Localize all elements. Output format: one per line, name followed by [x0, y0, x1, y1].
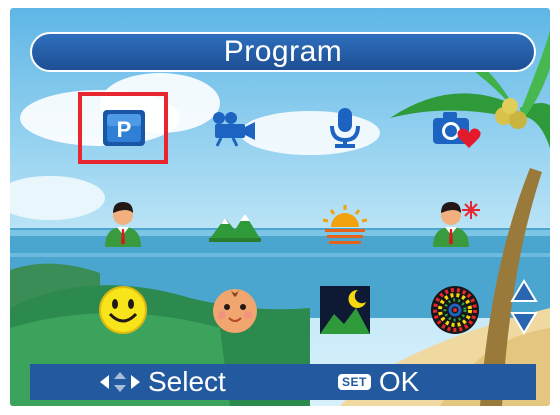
set-button-badge: SET: [338, 374, 371, 390]
arrow-down-icon: [510, 312, 538, 335]
camera-screen: Program P Select SET OK: [10, 8, 550, 406]
program-letter: P: [117, 117, 132, 142]
program-p-icon: P: [103, 110, 145, 146]
mode-fireworks[interactable]: [410, 274, 500, 346]
left-right-arrows-icon: [100, 372, 140, 392]
baby-face-icon: [213, 289, 257, 333]
smile-face-icon: [99, 286, 147, 334]
night-scene-icon: [320, 286, 370, 334]
hint-bar: Select SET OK: [30, 364, 536, 400]
fireworks-icon: [431, 286, 479, 334]
microphone-icon: [330, 108, 360, 148]
select-label: Select: [148, 366, 226, 397]
arrow-up-icon: [510, 279, 538, 302]
landscape-icon: [209, 214, 261, 242]
scroll-down-button[interactable]: [510, 310, 538, 336]
camera-heart-icon: [433, 112, 481, 148]
mode-night-portrait[interactable]: [410, 188, 500, 260]
mode-baby[interactable]: [190, 274, 280, 346]
night-portrait-icon: [433, 201, 480, 247]
mode-program[interactable]: P: [78, 92, 168, 164]
mode-portrait[interactable]: [78, 188, 168, 260]
select-hint: Select: [98, 366, 226, 398]
mode-voice[interactable]: [300, 92, 390, 164]
title-bar: Program: [30, 32, 536, 72]
video-camera-icon: [213, 112, 255, 147]
scroll-up-button[interactable]: [510, 278, 538, 304]
page-title: Program: [223, 35, 343, 68]
mode-landscape[interactable]: [190, 188, 280, 260]
portrait-icon: [105, 202, 141, 247]
mode-sunset[interactable]: [300, 188, 390, 260]
mode-video[interactable]: [190, 92, 280, 164]
sunset-icon: [322, 205, 368, 244]
ok-hint: SET OK: [338, 366, 419, 398]
mode-night-scene[interactable]: [300, 274, 390, 346]
ok-label: OK: [378, 366, 420, 397]
mode-smile[interactable]: [78, 274, 168, 346]
mode-favorite[interactable]: [410, 92, 500, 164]
